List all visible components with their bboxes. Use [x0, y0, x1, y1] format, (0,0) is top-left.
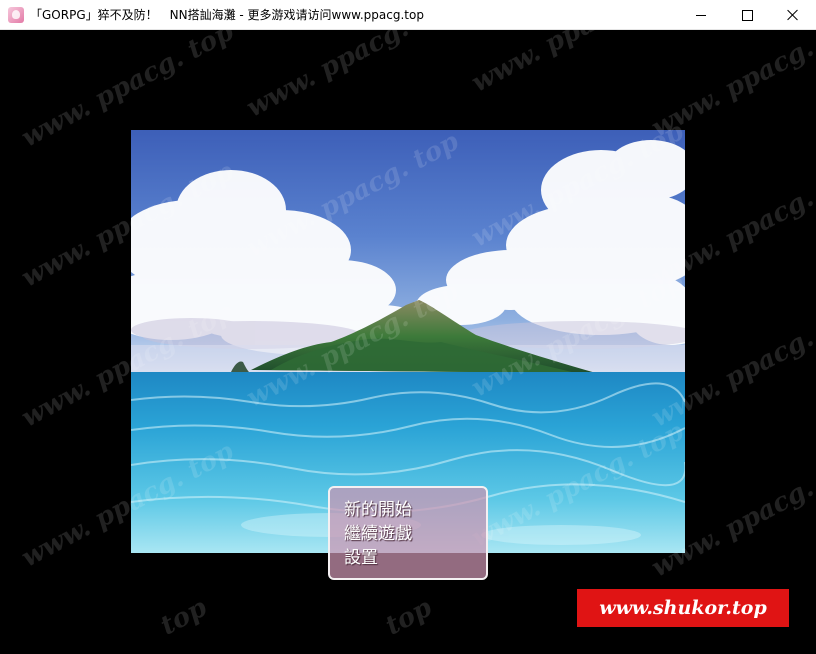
game-canvas[interactable]: www. ppacg. top www. ppacg. top www. ppa…: [0, 30, 816, 654]
window-title: 「GORPG」猝不及防！ NN搭訕海灘 - 更多游戏请访问www.ppacg.t…: [30, 8, 424, 22]
close-button[interactable]: [770, 0, 816, 30]
watermark-badge-text: www.shukor.top: [599, 597, 767, 619]
title-bar: 「GORPG」猝不及防！ NN搭訕海灘 - 更多游戏请访问www.ppacg.t…: [0, 0, 816, 30]
menu-item-continue[interactable]: 繼續遊戲: [344, 522, 486, 546]
close-icon: [787, 9, 799, 21]
watermark-badge: www.shukor.top: [577, 589, 789, 627]
minimize-button[interactable]: [678, 0, 724, 30]
watermark-text: www. ppacg. top: [466, 30, 689, 99]
menu-item-settings[interactable]: 設置: [344, 546, 486, 570]
watermark-text: www. ppacg. top: [241, 30, 464, 124]
watermark-text: www. ppacg. top: [646, 30, 816, 144]
maximize-button[interactable]: [724, 0, 770, 30]
menu-item-new-game[interactable]: 新的開始: [344, 498, 486, 522]
watermark-text: top: [380, 592, 437, 642]
maximize-icon: [741, 9, 753, 21]
app-icon: [8, 6, 24, 23]
watermark-text: top: [155, 592, 212, 642]
title-menu: 新的開始 繼續遊戲 設置: [328, 486, 488, 580]
minimize-icon: [696, 14, 706, 16]
window-controls: [678, 0, 816, 30]
